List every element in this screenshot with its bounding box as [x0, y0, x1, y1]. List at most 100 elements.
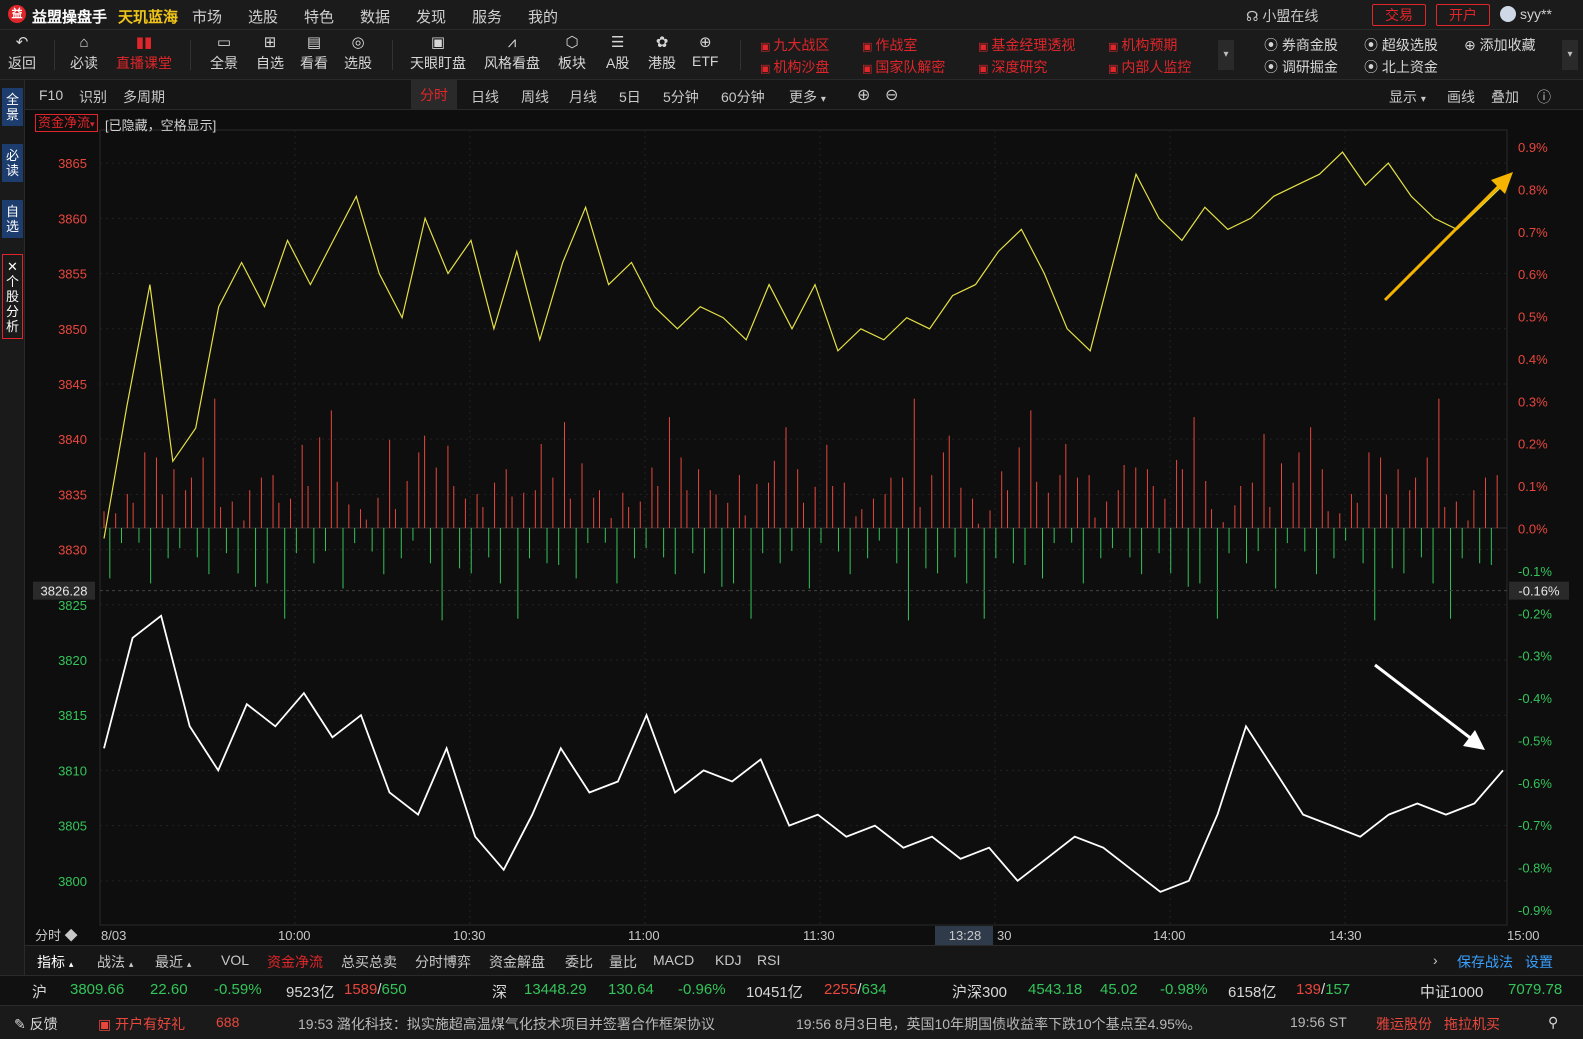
tab-buy-sell[interactable]: 总买总卖 [341, 952, 397, 972]
right-axis-label: 0.1% [1518, 479, 1548, 494]
draw-line-button[interactable]: 画线 [1447, 87, 1475, 107]
left-axis-label: 3805 [58, 819, 87, 834]
back-button[interactable]: ↶ 返回 [8, 33, 36, 73]
display-button[interactable]: 显示 ▾ [1389, 87, 1426, 107]
settings-button[interactable]: 设置 [1525, 952, 1553, 972]
etf-button[interactable]: ⊕ ETF [692, 33, 718, 69]
tab-vol[interactable]: VOL [221, 952, 249, 968]
menu-data[interactable]: 数据 [360, 6, 416, 27]
tab-kdj[interactable]: KDJ [715, 952, 741, 968]
trade-button[interactable]: 交易 [1372, 4, 1426, 26]
avatar[interactable] [1500, 6, 1516, 22]
tab-monthly[interactable]: 月线 [569, 87, 597, 107]
news-stock-2[interactable]: 拖拉机买 [1444, 1014, 1500, 1034]
news-item-2[interactable]: 19:56 8月3日电，英国10年期国债收益率下跌10个基点至4.95%。 [796, 1014, 1201, 1034]
menu-market[interactable]: 市场 [192, 6, 248, 27]
indicator-tabs: 指标 ▴ 战法 ▴ 最近 ▴ VOL 资金净流 总买总卖 分时博弈 资金解盘 委… [25, 945, 1583, 975]
link-war-room[interactable]: 作战室 [862, 35, 917, 55]
zoom-in-icon[interactable]: ⊕ [857, 85, 870, 105]
intraday-chart[interactable]: 3865 3860 3855 3850 3845 3840 3835 3830 3825 3820… [25, 110, 1583, 945]
feedback-button[interactable]: ✎ 反馈 [14, 1014, 58, 1034]
menu-discover[interactable]: 发现 [416, 6, 472, 27]
open-account-button[interactable]: 开户 [1436, 4, 1490, 26]
tab-60min[interactable]: 60分钟 [721, 87, 765, 107]
tab-rsi[interactable]: RSI [757, 952, 780, 968]
strip-stock-analysis[interactable]: ✕ 个股分析 [2, 254, 23, 339]
search-icon[interactable]: ⚲ [1548, 1014, 1558, 1031]
tab-game[interactable]: 分时博弈 [415, 952, 471, 972]
strip-must-read[interactable]: 必读 [2, 144, 23, 182]
sector-button[interactable]: ⬡ 板块 [558, 33, 586, 73]
link-northbound[interactable]: ⦿ 北上资金 [1364, 57, 1438, 77]
tab-fund-analysis[interactable]: 资金解盘 [489, 952, 545, 972]
yellow-arrow-line [1383, 180, 1505, 302]
tab-macd[interactable]: MACD [653, 952, 694, 968]
f10-button[interactable]: F10 [39, 87, 63, 103]
zz1000-label[interactable]: 中证1000 [1420, 981, 1483, 1002]
style-view-button[interactable]: ⩘ 风格看盘 [484, 33, 540, 73]
tab-weekly[interactable]: 周线 [521, 87, 549, 107]
time-axis-label: 10:30 [453, 928, 486, 943]
chevron-right-icon[interactable]: › [1433, 952, 1438, 968]
live-class-button[interactable]: ▮▮ 直播课堂 [116, 33, 172, 73]
help-icon[interactable]: ⓘ [1537, 87, 1551, 107]
recent-menu[interactable]: 最近 ▴ [155, 952, 191, 972]
tab-5day[interactable]: 5日 [619, 87, 641, 107]
link-nine-zones[interactable]: 九大战区 [760, 35, 829, 55]
tab-commission-ratio[interactable]: 委比 [565, 952, 593, 972]
sh-label[interactable]: 沪 [32, 981, 47, 1002]
tab-more[interactable]: 更多 ▾ [789, 87, 826, 107]
toolbar-expand-arrow-icon[interactable]: ▾ [1562, 40, 1578, 70]
indicator-menu[interactable]: 指标 ▴ [37, 952, 73, 972]
promo-link[interactable]: ▣ 开户有好礼 [98, 1014, 185, 1034]
strip-full-view[interactable]: 全景 [2, 88, 23, 126]
link-insider-monitor[interactable]: 内部人监控 [1108, 57, 1191, 77]
save-strategy-button[interactable]: 保存战法 [1457, 952, 1513, 972]
link-super-pick[interactable]: ⦿ 超级选股 [1364, 35, 1438, 55]
zz1000-value: 7079.78 [1508, 981, 1563, 998]
tab-intraday[interactable]: 分时 [411, 80, 457, 110]
link-national-team[interactable]: 国家队解密 [862, 57, 945, 77]
multi-period-button[interactable]: 多周期 [123, 87, 165, 107]
zoom-out-icon[interactable]: ⊖ [885, 85, 898, 105]
link-fund-manager[interactable]: 基金经理透视 [978, 35, 1075, 55]
strategy-menu[interactable]: 战法 ▴ [97, 952, 133, 972]
menu-select[interactable]: 选股 [248, 6, 304, 27]
identify-button[interactable]: 识别 [79, 87, 107, 107]
full-view-button[interactable]: ▭ 全景 [210, 33, 238, 73]
look-button[interactable]: ▤ 看看 [300, 33, 328, 73]
a-share-button[interactable]: ☰ A股 [606, 33, 629, 73]
tab-5min[interactable]: 5分钟 [663, 87, 699, 107]
menu-special[interactable]: 特色 [304, 6, 360, 27]
close-icon[interactable]: ✕ [7, 259, 18, 274]
pick-stock-button[interactable]: ◎ 选股 [344, 33, 372, 73]
strip-watchlist[interactable]: 自选 [2, 200, 23, 238]
link-inst-expect[interactable]: 机构预期 [1108, 35, 1177, 55]
prev-close-label: 3826.28 [41, 584, 88, 599]
hs300-label[interactable]: 沪深300 [952, 981, 1007, 1002]
hk-button[interactable]: ✿ 港股 [648, 33, 676, 73]
link-add-favorite[interactable]: ⊕ 添加收藏 [1464, 35, 1536, 55]
must-read-button[interactable]: ⌂ 必读 [70, 33, 98, 73]
link-deep-research[interactable]: 深度研究 [978, 57, 1047, 77]
indicator-selector[interactable]: 资金净流▾ [35, 114, 98, 132]
user-name[interactable]: syy** [1520, 6, 1552, 22]
news-stock[interactable]: 雅运股份 [1376, 1014, 1432, 1034]
hidden-note: [已隐藏，空格显示] [105, 118, 217, 133]
link-broker-stock[interactable]: ⦿ 券商金股 [1264, 35, 1338, 55]
eye-watch-button[interactable]: ▣ 天眼盯盘 [410, 33, 466, 73]
news-item-1[interactable]: 19:53 潞化科技：拟实施超高温煤气化技术项目并签署合作框架协议 [298, 1014, 715, 1034]
tab-daily[interactable]: 日线 [471, 87, 499, 107]
link-research-dig[interactable]: ⦿ 调研掘金 [1264, 57, 1338, 77]
online-service[interactable]: ☊ 小盟在线 [1246, 6, 1318, 26]
link-inst-sandbox[interactable]: 机构沙盘 [760, 57, 829, 77]
sz-label[interactable]: 深 [492, 981, 507, 1002]
toolbar-more-arrow-icon[interactable]: ▾ [1218, 40, 1234, 70]
menu-service[interactable]: 服务 [472, 6, 528, 27]
right-axis-label: 0.4% [1518, 352, 1548, 367]
overlay-button[interactable]: 叠加 [1491, 87, 1519, 107]
tab-volume-ratio[interactable]: 量比 [609, 952, 637, 972]
tab-fund-flow[interactable]: 资金净流 [267, 952, 323, 972]
menu-mine[interactable]: 我的 [528, 6, 584, 27]
watchlist-button[interactable]: ⊞ 自选 [256, 33, 284, 73]
